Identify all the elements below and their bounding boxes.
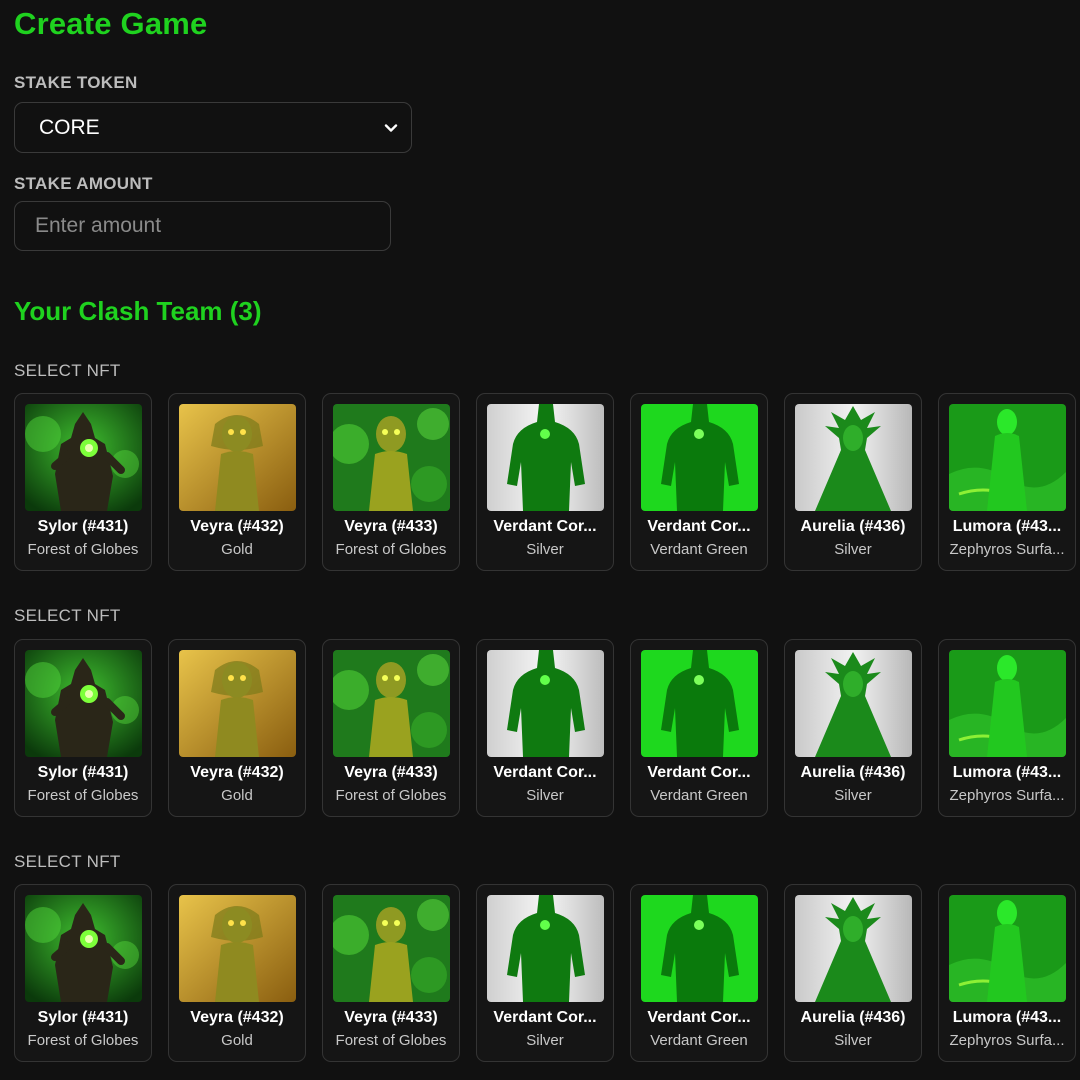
nft-name: Verdant Cor... xyxy=(493,764,597,781)
nft-image xyxy=(333,650,450,757)
nft-name: Lumora (#43... xyxy=(952,764,1062,781)
slot-label-2: SELECT NFT xyxy=(14,606,121,625)
nft-card[interactable]: Veyra (#433) Forest of Globes xyxy=(322,639,460,817)
nft-card[interactable]: Lumora (#43... Zephyros Surfa... xyxy=(938,393,1076,571)
nft-image xyxy=(179,895,296,1002)
nft-image xyxy=(795,650,912,757)
nft-card[interactable]: Aurelia (#436) Silver xyxy=(784,884,922,1062)
nft-image xyxy=(333,404,450,511)
nft-image xyxy=(487,895,604,1002)
stake-token-value: CORE xyxy=(39,115,100,139)
nft-image xyxy=(179,650,296,757)
nft-image xyxy=(487,650,604,757)
nft-card[interactable]: Aurelia (#436) Silver xyxy=(784,393,922,571)
page-title: Create Game xyxy=(14,6,208,41)
nft-trait: Verdant Green xyxy=(650,541,748,558)
nft-image xyxy=(949,895,1066,1002)
nft-trait: Gold xyxy=(221,1032,253,1049)
nft-image xyxy=(179,404,296,511)
nft-picker-row-2: Sylor (#431) Forest of Globes Veyra (#432… xyxy=(14,639,1080,817)
nft-name: Veyra (#432) xyxy=(190,1009,284,1026)
nft-image xyxy=(949,404,1066,511)
slot-label-1: SELECT NFT xyxy=(14,361,121,380)
nft-card[interactable]: Lumora (#43... Zephyros Surfa... xyxy=(938,884,1076,1062)
nft-card[interactable]: Verdant Cor... Silver xyxy=(476,639,614,817)
stake-token-label: STAKE TOKEN xyxy=(14,73,138,92)
nft-trait: Verdant Green xyxy=(650,787,748,804)
nft-card[interactable]: Verdant Cor... Silver xyxy=(476,393,614,571)
nft-trait: Zephyros Surfa... xyxy=(949,541,1065,558)
nft-trait: Forest of Globes xyxy=(335,541,447,558)
nft-name: Verdant Cor... xyxy=(647,1009,751,1026)
nft-name: Sylor (#431) xyxy=(37,518,129,535)
slot-label-3: SELECT NFT xyxy=(14,852,121,871)
nft-name: Sylor (#431) xyxy=(37,764,129,781)
nft-picker-row-3: Sylor (#431) Forest of Globes Veyra (#432… xyxy=(14,884,1080,1062)
nft-name: Veyra (#433) xyxy=(344,518,438,535)
nft-trait: Gold xyxy=(221,787,253,804)
nft-image xyxy=(949,650,1066,757)
nft-trait: Verdant Green xyxy=(650,1032,748,1049)
nft-name: Aurelia (#436) xyxy=(800,1009,906,1026)
nft-name: Verdant Cor... xyxy=(493,518,597,535)
nft-card[interactable]: Verdant Cor... Silver xyxy=(476,884,614,1062)
nft-card[interactable]: Veyra (#432) Gold xyxy=(168,393,306,571)
nft-card[interactable]: Sylor (#431) Forest of Globes xyxy=(14,639,152,817)
nft-trait: Zephyros Surfa... xyxy=(949,787,1065,804)
chevron-down-icon xyxy=(383,120,399,136)
nft-card[interactable]: Sylor (#431) Forest of Globes xyxy=(14,393,152,571)
nft-card[interactable]: Verdant Cor... Verdant Green xyxy=(630,639,768,817)
nft-image xyxy=(795,895,912,1002)
nft-card[interactable]: Veyra (#433) Forest of Globes xyxy=(322,393,460,571)
nft-trait: Forest of Globes xyxy=(27,787,139,804)
nft-image xyxy=(641,404,758,511)
nft-image xyxy=(641,895,758,1002)
nft-trait: Forest of Globes xyxy=(27,541,139,558)
nft-name: Veyra (#433) xyxy=(344,764,438,781)
nft-image xyxy=(487,404,604,511)
nft-trait: Silver xyxy=(834,1032,872,1049)
nft-image xyxy=(25,895,142,1002)
nft-card[interactable]: Veyra (#433) Forest of Globes xyxy=(322,884,460,1062)
nft-image xyxy=(333,895,450,1002)
nft-trait: Forest of Globes xyxy=(335,787,447,804)
nft-trait: Silver xyxy=(526,541,564,558)
nft-trait: Silver xyxy=(834,541,872,558)
nft-name: Veyra (#432) xyxy=(190,518,284,535)
nft-name: Aurelia (#436) xyxy=(800,518,906,535)
nft-image xyxy=(795,404,912,511)
nft-card[interactable]: Verdant Cor... Verdant Green xyxy=(630,884,768,1062)
nft-trait: Silver xyxy=(526,1032,564,1049)
nft-name: Verdant Cor... xyxy=(647,518,751,535)
nft-card[interactable]: Verdant Cor... Verdant Green xyxy=(630,393,768,571)
nft-card[interactable]: Sylor (#431) Forest of Globes xyxy=(14,884,152,1062)
nft-card[interactable]: Aurelia (#436) Silver xyxy=(784,639,922,817)
nft-image xyxy=(25,404,142,511)
nft-picker-row-1: Sylor (#431) Forest of Globes Veyra (#432… xyxy=(14,393,1080,571)
nft-trait: Zephyros Surfa... xyxy=(949,1032,1065,1049)
stake-token-select[interactable]: CORE xyxy=(14,102,412,153)
nft-name: Verdant Cor... xyxy=(647,764,751,781)
clash-team-title: Your Clash Team (3) xyxy=(14,296,262,326)
nft-trait: Silver xyxy=(834,787,872,804)
stake-amount-label: STAKE AMOUNT xyxy=(14,174,153,193)
nft-card[interactable]: Veyra (#432) Gold xyxy=(168,884,306,1062)
nft-name: Lumora (#43... xyxy=(952,1009,1062,1026)
nft-image xyxy=(641,650,758,757)
nft-name: Veyra (#433) xyxy=(344,1009,438,1026)
nft-name: Aurelia (#436) xyxy=(800,764,906,781)
nft-trait: Silver xyxy=(526,787,564,804)
stake-amount-input[interactable] xyxy=(14,201,391,251)
nft-name: Lumora (#43... xyxy=(952,518,1062,535)
nft-name: Verdant Cor... xyxy=(493,1009,597,1026)
nft-card[interactable]: Lumora (#43... Zephyros Surfa... xyxy=(938,639,1076,817)
nft-trait: Forest of Globes xyxy=(27,1032,139,1049)
nft-card[interactable]: Veyra (#432) Gold xyxy=(168,639,306,817)
nft-image xyxy=(25,650,142,757)
nft-name: Veyra (#432) xyxy=(190,764,284,781)
nft-name: Sylor (#431) xyxy=(37,1009,129,1026)
nft-trait: Gold xyxy=(221,541,253,558)
nft-trait: Forest of Globes xyxy=(335,1032,447,1049)
create-game-page: Create Game STAKE TOKEN CORE STAKE AMOUN… xyxy=(0,0,1080,1080)
